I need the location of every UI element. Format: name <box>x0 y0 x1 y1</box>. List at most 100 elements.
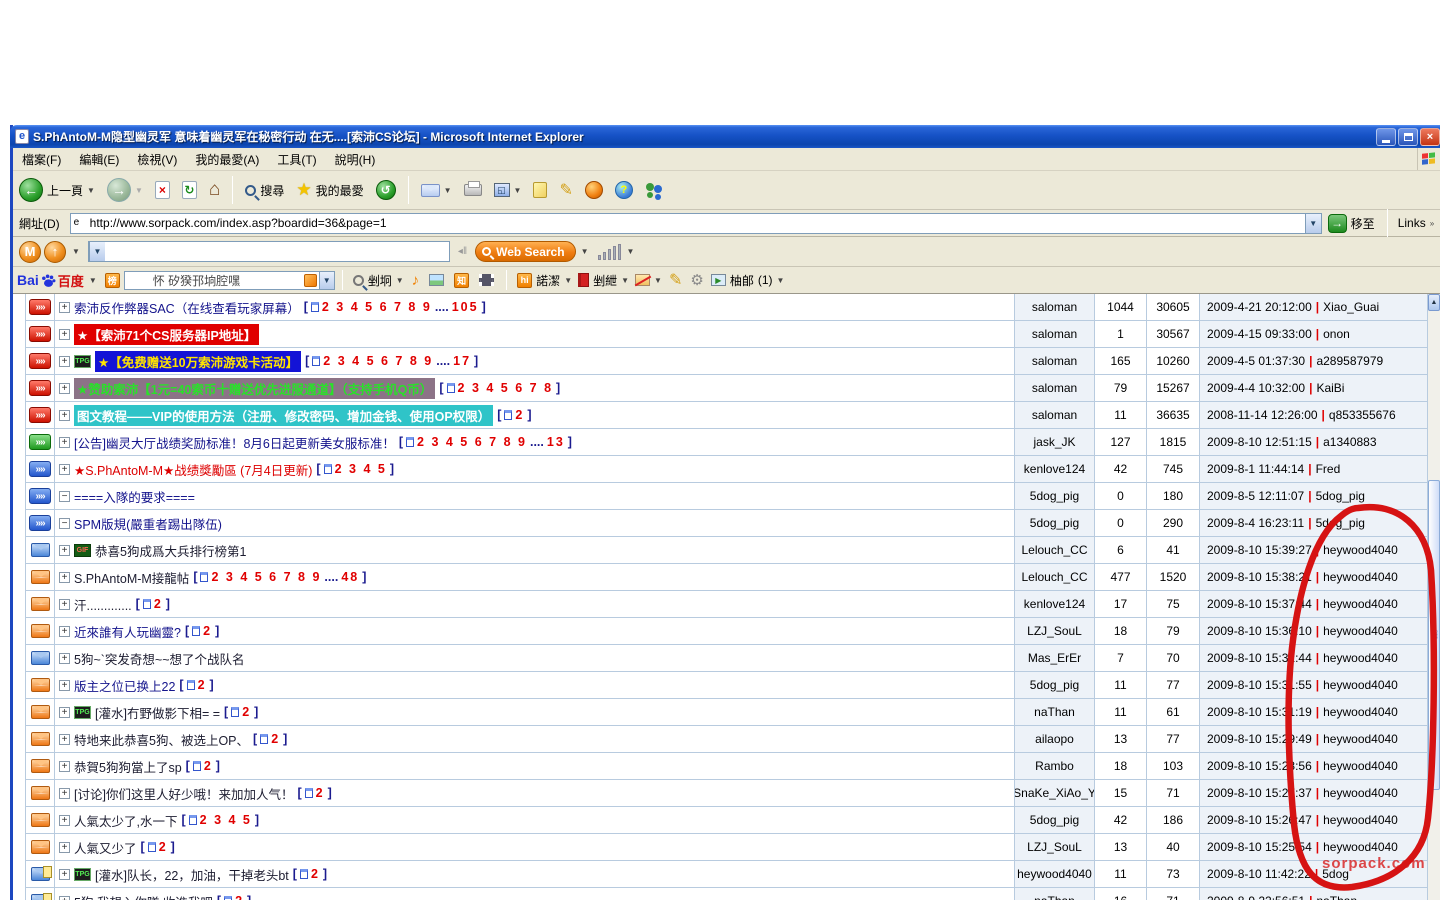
notes-button[interactable] <box>527 173 553 207</box>
page-links[interactable]: [ 2 ] <box>141 840 175 854</box>
expand-toggle[interactable]: + <box>59 626 70 637</box>
msn-m-icon[interactable]: M <box>19 241 41 263</box>
expand-toggle[interactable]: + <box>59 464 70 475</box>
web-app-button[interactable] <box>579 173 609 207</box>
thread-title-link[interactable]: 恭賀5狗狗當上了sp <box>74 757 182 776</box>
page-numbers[interactable]: 2 <box>203 624 212 638</box>
baidu-favorites-button[interactable]: 剉紲 ▼ <box>575 263 632 297</box>
last-poster-link[interactable]: onon <box>1323 327 1350 341</box>
thread-author-link[interactable]: 5dog_pig <box>1030 516 1079 530</box>
last-poster-link[interactable]: heywood4040 <box>1323 651 1398 665</box>
expand-toggle[interactable]: + <box>59 761 70 772</box>
address-dropdown-button[interactable]: ▼ <box>1305 214 1321 233</box>
forward-button[interactable]: → ▼ <box>101 173 149 207</box>
page-links[interactable]: [ 2 ] <box>293 867 327 881</box>
page-links[interactable]: [ 2 ] <box>185 624 219 638</box>
baidu-input-dropdown-button[interactable]: ▼ <box>320 271 335 290</box>
thread-title-link[interactable]: 近來誰有人玩幽靈? <box>74 622 181 641</box>
page-links[interactable]: [ 2 ] <box>179 678 213 692</box>
expand-toggle[interactable]: − <box>59 491 70 502</box>
expand-toggle[interactable]: + <box>59 680 70 691</box>
resize-button[interactable]: ◱ ▼ <box>488 173 528 207</box>
thread-title-link[interactable]: S.PhAntoM-M接龍帖 <box>74 568 189 587</box>
baidu-image-button[interactable] <box>424 263 449 297</box>
messenger-button[interactable] <box>639 173 669 207</box>
page-links[interactable]: [ 2 ] <box>224 705 258 719</box>
expand-toggle[interactable]: + <box>59 734 70 745</box>
settings-button[interactable]: ⚙ <box>686 263 707 297</box>
baidu-zhidao-button[interactable]: 知 <box>449 263 474 297</box>
expand-toggle[interactable]: + <box>59 842 70 853</box>
title-bar[interactable]: e S.PhAntoM-M隐型幽灵军 意味着幽灵军在秘密行动 在无....[索沛… <box>10 125 1440 148</box>
page-links[interactable]: [ 2 ] <box>136 597 170 611</box>
last-poster-link[interactable]: heywood4040 <box>1323 705 1398 719</box>
thread-title-link[interactable]: ★S.PhAntoM-M★战绩獎勵區 (7月4日更新) <box>74 460 312 479</box>
last-poster-link[interactable]: heywood4040 <box>1323 732 1398 746</box>
baidu-media-button[interactable]: ▶ 柚郋 (1) ▼ <box>708 263 788 297</box>
baidu-video-button[interactable] <box>474 263 499 297</box>
page-links[interactable]: [ 2 ] <box>253 732 287 746</box>
page-links[interactable]: [ 2 ] <box>186 759 220 773</box>
minimize-button[interactable] <box>1376 128 1396 146</box>
last-poster-link[interactable]: naThan <box>1316 894 1357 900</box>
thread-author-link[interactable]: 5dog_pig <box>1030 678 1079 692</box>
edit-button[interactable]: ✎ <box>553 173 578 207</box>
mail-dropdown-icon[interactable]: ▼ <box>444 186 452 195</box>
last-poster-link[interactable]: heywood4040 <box>1323 759 1398 773</box>
refresh-button[interactable]: ↻ <box>176 173 203 207</box>
msn-search-input[interactable]: ▼ <box>88 241 450 262</box>
last-poster-link[interactable]: 5dog_pig <box>1316 516 1365 530</box>
thread-title-link[interactable]: ====入隊的要求==== <box>74 487 195 506</box>
page-numbers[interactable]: 2 <box>311 867 320 881</box>
last-poster-link[interactable]: heywood4040 <box>1323 624 1398 638</box>
baidu-hi-button[interactable]: hi 諾潔 ▼ <box>514 263 575 297</box>
page-numbers[interactable]: 2 3 4 5 6 7 8 <box>458 381 554 395</box>
page-last-number[interactable]: 105 <box>452 300 479 314</box>
thread-title-link[interactable]: 版主之位已换上22 <box>74 676 175 695</box>
page-numbers[interactable]: 2 3 4 5 <box>335 462 387 476</box>
signal-bars-icon[interactable] <box>598 244 621 260</box>
thread-author-link[interactable]: naThan <box>1034 894 1075 900</box>
page-links[interactable]: [ 2 3 4 5 6 7 8 ] <box>439 381 560 395</box>
baidu-logo-dropdown-icon[interactable]: ▼ <box>89 276 97 285</box>
signal-dropdown-icon[interactable]: ▼ <box>626 247 634 256</box>
last-poster-link[interactable]: heywood4040 <box>1323 543 1398 557</box>
page-numbers[interactable]: 2 <box>271 732 280 746</box>
favorites-button[interactable]: ★ 我的最愛 <box>290 173 369 207</box>
page-numbers[interactable]: 2 3 4 5 6 7 8 9 <box>211 570 321 584</box>
msn-up-icon[interactable]: ↑ <box>44 241 66 263</box>
page-numbers[interactable]: 2 3 4 5 <box>200 813 252 827</box>
page-links[interactable]: [ 2 ] <box>217 894 251 900</box>
menu-view[interactable]: 檢視(V) <box>128 148 186 171</box>
last-poster-link[interactable]: 5dog_pig <box>1316 489 1365 503</box>
thread-author-link[interactable]: ailaopo <box>1035 732 1074 746</box>
menu-file[interactable]: 檔案(F) <box>13 148 70 171</box>
thread-author-link[interactable]: Mas_ErEr <box>1028 651 1081 665</box>
expand-toggle[interactable]: + <box>59 869 70 880</box>
thread-author-link[interactable]: LZJ_SouL <box>1027 840 1082 854</box>
expand-toggle[interactable]: + <box>59 599 70 610</box>
history-button[interactable]: ↺ <box>370 173 402 207</box>
page-numbers[interactable]: 2 3 4 5 6 7 8 9 <box>322 300 432 314</box>
page-numbers[interactable]: 2 <box>316 786 325 800</box>
thread-title-link[interactable]: 5狗 我想入你隊 收進我吧 <box>74 892 213 900</box>
popup-blocker-button[interactable]: ▼ <box>632 263 665 297</box>
last-poster-link[interactable]: Xiao_Guai <box>1323 300 1379 314</box>
expand-toggle[interactable]: + <box>59 329 70 340</box>
thread-title-link[interactable]: 汗............. <box>74 595 132 614</box>
baidu-search-input[interactable]: 怀 矽猤邘垧腔嘿 <box>124 271 320 290</box>
expand-toggle[interactable]: + <box>59 545 70 556</box>
msn-combo-dropdown-button[interactable]: ▼ <box>89 242 105 261</box>
thread-title-link[interactable]: SPM版規(嚴重者踢出隊伍) <box>74 514 222 533</box>
last-poster-link[interactable]: heywood4040 <box>1323 678 1398 692</box>
page-numbers[interactable]: 2 <box>198 678 207 692</box>
page-links[interactable]: [ 2 3 4 5 6 7 8 9 .... 13 ] <box>399 435 572 449</box>
menu-tools[interactable]: 工具(T) <box>268 148 325 171</box>
hi-dropdown-icon[interactable]: ▼ <box>564 276 572 285</box>
thread-author-link[interactable]: Lelouch_CC <box>1021 543 1087 557</box>
address-input[interactable]: e http://www.sorpack.com/index.asp?board… <box>70 213 1322 234</box>
thread-title-link[interactable]: 图文教程——VIP的使用方法（注册、修改密码、增加金钱、使用OP权限） <box>74 405 493 426</box>
thread-author-link[interactable]: heywood4040 <box>1017 867 1092 881</box>
thread-author-link[interactable]: saloman <box>1032 381 1077 395</box>
last-poster-link[interactable]: heywood4040 <box>1323 786 1398 800</box>
